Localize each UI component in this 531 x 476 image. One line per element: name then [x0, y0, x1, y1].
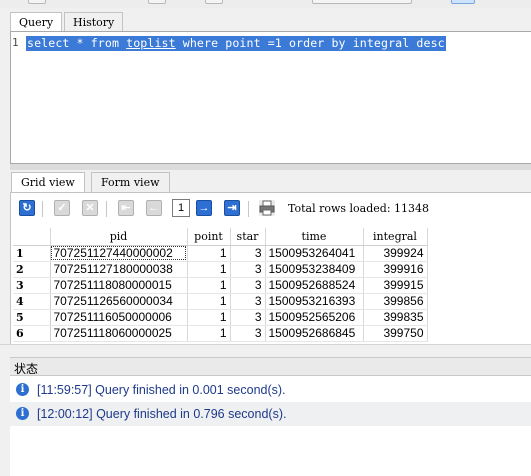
page-number-input[interactable]: 1 [172, 199, 190, 217]
cell-time[interactable]: 1500953238409 [265, 261, 364, 278]
log-message: [11:59:57] Query finished in 0.001 secon… [37, 383, 286, 397]
column-header[interactable]: pid [50, 228, 188, 246]
table-row[interactable]: 2 707251127180000038 1 3 1500953238409 3… [13, 261, 428, 278]
cell-star[interactable]: 3 [230, 261, 266, 278]
table-row[interactable]: 3 707251118080000015 1 3 1500952688524 3… [13, 277, 428, 294]
cell-point[interactable]: 1 [187, 293, 231, 310]
cell-integral[interactable]: 399915 [363, 277, 428, 294]
toolbar-button-partial[interactable] [28, 0, 46, 4]
cancel-icon[interactable]: ✕ [82, 200, 98, 216]
cell-pid[interactable]: 707251118080000015 [50, 277, 188, 294]
cell-point[interactable]: 1 [187, 245, 231, 262]
cell-integral[interactable]: 399924 [363, 245, 428, 262]
row-number: 2 [13, 261, 51, 278]
toolbar-dropdown-partial[interactable] [312, 0, 412, 4]
cell-pid[interactable]: 707251127180000038 [50, 261, 188, 278]
last-page-icon[interactable]: ⇥ [224, 200, 240, 216]
toolbar-button-partial[interactable] [148, 0, 166, 4]
cell-point[interactable]: 1 [187, 277, 231, 294]
cell-pid[interactable]: 707251127440000002 [50, 245, 188, 262]
cell-star[interactable]: 3 [230, 309, 266, 326]
sql-table-name: toplist [126, 36, 176, 50]
info-icon: i [16, 383, 29, 396]
row-number: 4 [13, 293, 51, 310]
column-header[interactable]: integral [363, 228, 428, 246]
sql-editor[interactable]: 1 select * from toplist where point =1 o… [10, 31, 531, 164]
row-number: 5 [13, 309, 51, 326]
top-toolbar-strip [0, 0, 531, 8]
sql-text-part: where point =1 order by integral desc [175, 36, 445, 50]
cell-integral[interactable]: 399916 [363, 261, 428, 278]
grid-header-row: pid point star time integral [13, 228, 428, 246]
row-number: 1 [13, 245, 51, 262]
column-header[interactable]: time [265, 228, 364, 246]
editor-tabbar: Query History [0, 8, 531, 32]
cell-integral[interactable]: 399856 [363, 293, 428, 310]
cell-pid[interactable]: 707251126560000034 [50, 293, 188, 310]
list-item[interactable]: i [12:00:12] Query finished in 0.796 sec… [10, 402, 531, 426]
cell-point[interactable]: 1 [187, 261, 231, 278]
sql-text[interactable]: select * from toplist where point =1 ord… [26, 36, 446, 51]
table-row[interactable]: 1 707251127440000002 1 3 1500953264041 3… [13, 245, 428, 262]
line-number: 1 [12, 36, 19, 49]
sql-text-part: select * from [27, 36, 127, 50]
cell-time[interactable]: 1500952688524 [265, 277, 364, 294]
table-row[interactable]: 6 707251118060000025 1 3 1500952686845 3… [13, 325, 428, 342]
grid-toolbar: ↻ ✓ ✕ ⇤ ← 1 → ⇥ Total rows loaded: 11348 [16, 197, 531, 221]
row-number-header [13, 228, 51, 246]
cell-pid[interactable]: 707251118060000025 [50, 325, 188, 342]
result-tabbar: Grid view Form view [0, 170, 531, 193]
cell-star[interactable]: 3 [230, 245, 266, 262]
cell-time[interactable]: 1500952686845 [265, 325, 364, 342]
total-rows-label: Total rows loaded: 11348 [288, 202, 430, 215]
toolbar-separator [248, 201, 249, 217]
column-header[interactable]: star [230, 228, 266, 246]
row-number: 3 [13, 277, 51, 294]
first-page-icon[interactable]: ⇤ [118, 200, 134, 216]
cell-point[interactable]: 1 [187, 325, 231, 342]
print-icon[interactable] [259, 200, 275, 216]
column-header[interactable]: point [187, 228, 231, 246]
cell-time[interactable]: 1500953216393 [265, 293, 364, 310]
list-item[interactable]: i [11:59:57] Query finished in 0.001 sec… [10, 378, 531, 402]
tab-grid-view[interactable]: Grid view [11, 172, 85, 193]
refresh-icon[interactable]: ↻ [19, 200, 35, 216]
cell-point[interactable]: 1 [187, 309, 231, 326]
check-icon[interactable]: ✓ [54, 200, 70, 216]
cell-star[interactable]: 3 [230, 277, 266, 294]
status-splitter[interactable] [0, 344, 531, 357]
status-log: i [11:59:57] Query finished in 0.001 sec… [10, 376, 531, 476]
cell-integral[interactable]: 399835 [363, 309, 428, 326]
cell-pid[interactable]: 707251116050000006 [50, 309, 188, 326]
results-grid: pid point star time integral 1 707251127… [13, 228, 428, 342]
cell-star[interactable]: 3 [230, 325, 266, 342]
table-row[interactable]: 4 707251126560000034 1 3 1500953216393 3… [13, 293, 428, 310]
tab-query[interactable]: Query [10, 12, 63, 32]
table-row[interactable]: 5 707251116050000006 1 3 1500952565206 3… [13, 309, 428, 326]
toolbar-separator [42, 201, 43, 217]
log-message: [12:00:12] Query finished in 0.796 secon… [37, 407, 287, 421]
toolbar-button-partial[interactable] [205, 0, 223, 4]
toolbar-button-partial[interactable] [451, 0, 475, 4]
info-icon: i [16, 407, 29, 420]
prev-page-icon[interactable]: ← [146, 200, 162, 216]
cell-time[interactable]: 1500953264041 [265, 245, 364, 262]
toolbar-separator [106, 201, 107, 217]
cell-time[interactable]: 1500952565206 [265, 309, 364, 326]
tab-history[interactable]: History [64, 12, 124, 31]
next-page-icon[interactable]: → [196, 200, 212, 216]
tab-form-view[interactable]: Form view [91, 172, 170, 192]
row-number: 6 [13, 325, 51, 342]
cell-integral[interactable]: 399750 [363, 325, 428, 342]
status-panel-title: 状态 [10, 357, 531, 376]
cell-star[interactable]: 3 [230, 293, 266, 310]
